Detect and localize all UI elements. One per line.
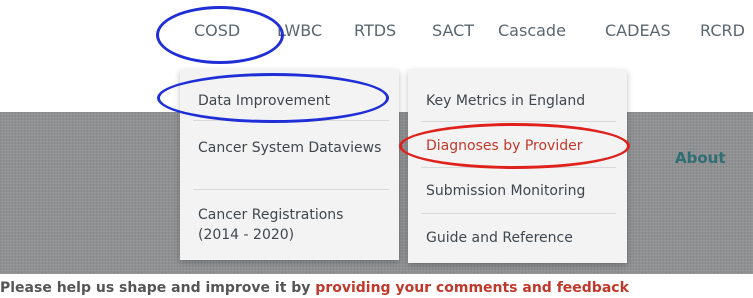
menu-item-guide-and-reference[interactable]: Guide and Reference — [426, 228, 616, 248]
feedback-text: Please help us shape and improve it by — [0, 280, 316, 296]
menu-divider — [421, 121, 616, 122]
nav-item-rcrd[interactable]: RCRD — [700, 21, 745, 40]
data-improvement-submenu: Key Metrics in England Diagnoses by Prov… — [408, 70, 627, 263]
feedback-line: Please help us shape and improve it by p… — [0, 280, 753, 296]
menu-item-data-improvement[interactable]: Data Improvement — [198, 91, 388, 111]
nav-item-lwbc[interactable]: LWBC — [277, 21, 322, 40]
nav-item-cadeas[interactable]: CADEAS — [605, 21, 671, 40]
nav-item-cosd[interactable]: COSD — [194, 21, 240, 40]
nav-item-cascade[interactable]: Cascade — [498, 21, 566, 40]
feedback-link[interactable]: providing your comments and feedback — [315, 280, 629, 296]
menu-divider — [193, 189, 389, 190]
menu-item-key-metrics[interactable]: Key Metrics in England — [426, 91, 616, 111]
nav-item-rtds[interactable]: RTDS — [354, 21, 396, 40]
menu-item-submission-monitoring[interactable]: Submission Monitoring — [426, 181, 616, 201]
menu-item-diagnoses-by-provider[interactable]: Diagnoses by Provider — [426, 136, 616, 156]
nav-item-sact[interactable]: SACT — [432, 21, 474, 40]
menu-item-cancer-registrations[interactable]: Cancer Registrations (2014 - 2020) — [198, 205, 388, 245]
menu-divider — [421, 167, 616, 168]
menu-item-cancer-system-dataviews[interactable]: Cancer System Dataviews — [198, 138, 388, 158]
menu-divider — [421, 213, 616, 214]
cosd-dropdown-menu: Data Improvement Cancer System Dataviews… — [180, 70, 399, 260]
about-link[interactable]: About — [675, 149, 726, 167]
menu-divider — [193, 120, 389, 121]
top-navigation: COSD LWBC RTDS SACT Cascade CADEAS RCRD — [0, 0, 753, 68]
